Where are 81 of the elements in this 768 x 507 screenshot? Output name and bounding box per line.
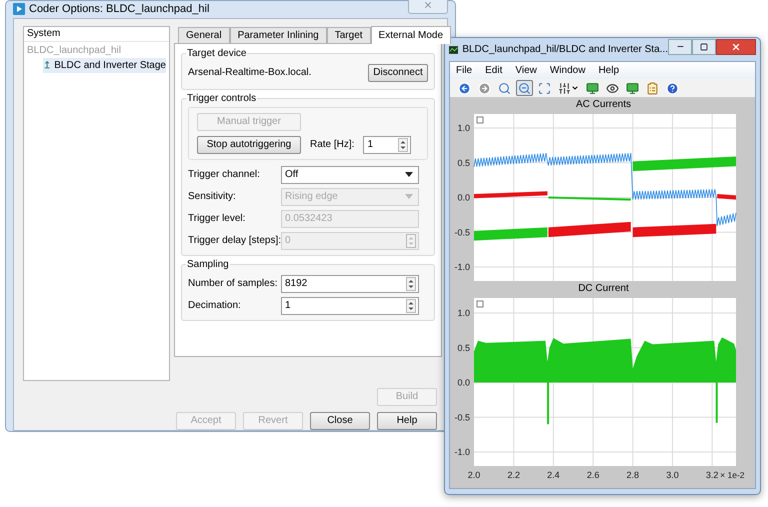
caret-icon	[571, 84, 579, 92]
close-button[interactable]	[716, 38, 756, 54]
tab[interactable]: Parameter Inlining	[230, 26, 327, 42]
x-tick-label: 2.2	[507, 470, 520, 480]
cursor-tool-icon	[558, 82, 571, 94]
menu-item[interactable]: File	[456, 63, 472, 78]
field-label: Trigger level:	[188, 212, 246, 226]
field-label: Trigger delay [steps]:	[188, 234, 281, 248]
menu-item[interactable]: View	[515, 63, 537, 78]
y-tick-label: -0.5	[454, 227, 470, 238]
dialog-button[interactable]: Help	[377, 412, 437, 430]
dropdown-arrow-icon[interactable]	[405, 172, 413, 177]
notes-icon	[646, 82, 659, 94]
fit-view-icon	[538, 82, 551, 94]
maximize-button[interactable]	[692, 38, 716, 54]
y-tick-label: -1.0	[454, 447, 470, 457]
input-field[interactable]: 1	[281, 296, 419, 314]
tab[interactable]: External Mode	[370, 26, 452, 44]
toolbar-button[interactable]	[584, 80, 601, 96]
field-label: Decimation:	[188, 299, 242, 313]
spinner-arrows-icon[interactable]	[398, 138, 408, 152]
app-icon	[13, 3, 25, 16]
tree-header: System	[24, 26, 169, 42]
monitor-export-icon	[626, 82, 639, 94]
spinner-arrows-icon[interactable]	[406, 276, 416, 290]
rate-field[interactable]: 1	[363, 136, 412, 154]
autotrigger-button[interactable]: Stop autotriggering	[197, 136, 301, 154]
window-title: Coder Options: BLDC_launchpad_hil	[29, 2, 210, 17]
tab[interactable]: General	[178, 26, 230, 42]
window-title: BLDC_launchpad_hil/BLDC and Inverter Sta...	[462, 43, 668, 57]
y-tick-label: 0.5	[457, 342, 470, 353]
y-tick-label: -0.5	[454, 412, 470, 422]
block-icon	[43, 60, 52, 70]
x-tick-label: 3.0	[666, 470, 679, 480]
y-tick-label: 0.0	[457, 378, 470, 388]
dialog-button[interactable]: Close	[310, 412, 370, 430]
device-host: Arsenal-Realtime-Box.local.	[188, 66, 312, 80]
disconnect-button[interactable]: Disconnect	[368, 64, 428, 82]
zoom-icon	[498, 82, 511, 94]
group-title: Sampling	[186, 258, 230, 272]
tab[interactable]: Target	[326, 26, 371, 42]
field-label: Sensitivity:	[188, 190, 237, 204]
toolbar-button[interactable]	[624, 80, 641, 96]
group-title: Target device	[186, 46, 248, 60]
close-icon	[731, 42, 741, 52]
x-tick-label: 2.4	[547, 470, 560, 480]
dropdown-field[interactable]: Off	[281, 166, 419, 184]
spinner-arrows-icon[interactable]	[406, 298, 416, 312]
y-tick-label: 1.0	[457, 308, 470, 318]
y-tick-label: 1.0	[457, 123, 470, 133]
toolbar-button[interactable]	[664, 80, 681, 96]
input-field[interactable]: 8192	[281, 274, 419, 292]
legend-toggle-icon[interactable]	[476, 116, 484, 124]
rate-label: Rate [Hz]:	[310, 138, 354, 152]
menu-item[interactable]: Window	[550, 63, 586, 78]
legend-toggle-icon[interactable]	[476, 300, 484, 308]
maximize-icon	[700, 42, 708, 50]
plot-title: AC Currents	[574, 98, 632, 112]
forward-icon	[478, 82, 491, 94]
menu-item[interactable]: Edit	[485, 63, 502, 78]
x-tick-label: 3.2	[706, 470, 718, 480]
y-tick-label: 0.5	[457, 158, 470, 168]
y-tick-label: 0.0	[457, 192, 470, 202]
zoom-out-icon	[518, 82, 531, 94]
menu-item[interactable]: Help	[598, 63, 620, 78]
group-title: Trigger controls	[186, 92, 258, 106]
back-icon	[458, 82, 471, 94]
field-label: Trigger channel:	[188, 168, 261, 182]
eye-icon	[606, 82, 619, 94]
x-scale-label: × 1e-2	[720, 470, 745, 480]
monitor-icon	[586, 82, 599, 94]
x-tick-label: 2.8	[626, 470, 640, 480]
y-tick-label: -1.0	[454, 262, 470, 272]
help-icon	[666, 82, 679, 94]
x-tick-label: 2.6	[586, 470, 600, 480]
x-tick-label: 2.0	[468, 470, 480, 480]
toolbar-button[interactable]	[456, 80, 473, 96]
scope-app-icon	[449, 44, 458, 54]
close-icon	[423, 0, 433, 10]
field-label: Number of samples:	[188, 277, 278, 291]
plot-title: DC Current	[577, 282, 630, 296]
